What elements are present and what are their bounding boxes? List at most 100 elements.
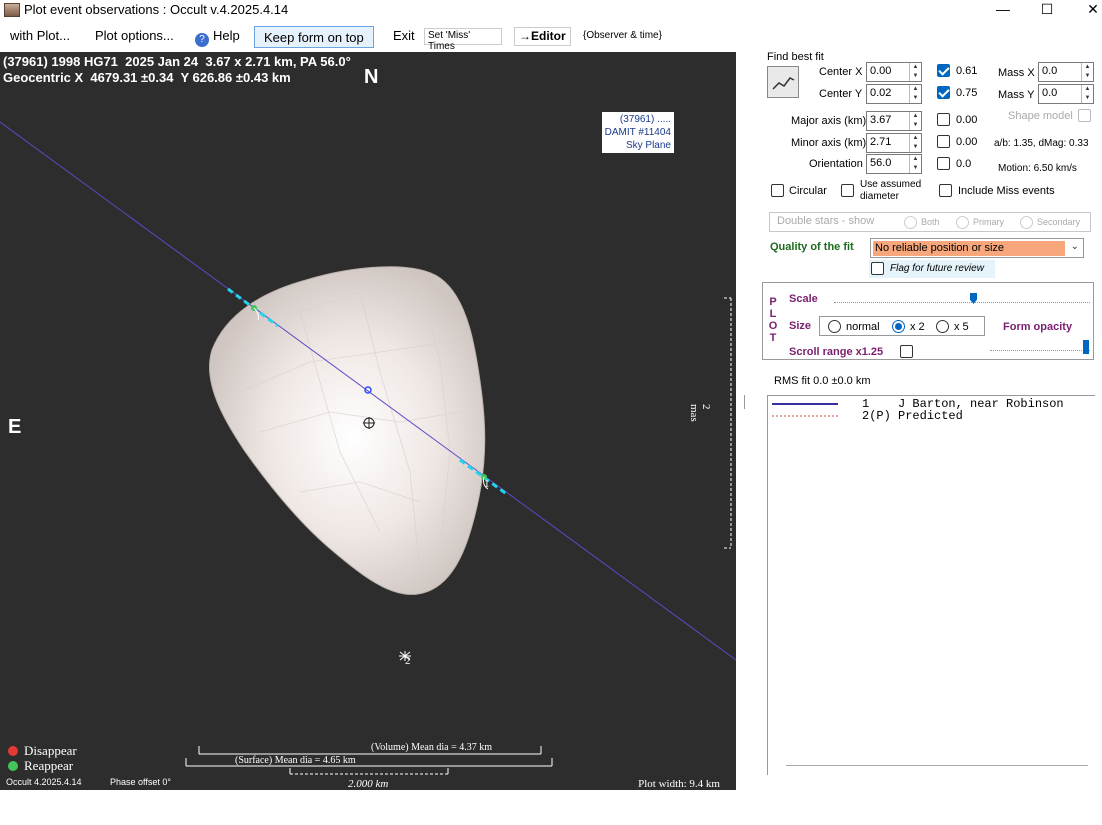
version-label: Occult 4.2025.4.14 bbox=[6, 777, 82, 787]
secondary-label: Secondary bbox=[1037, 217, 1081, 227]
major-axis-checkbox[interactable] bbox=[937, 113, 950, 126]
center-x-checkbox[interactable] bbox=[937, 64, 950, 77]
close-button[interactable]: ✕ bbox=[1070, 0, 1102, 22]
minor-axis-input[interactable]: 2.71 ▲ ▼ bbox=[866, 133, 922, 153]
form-opacity-label: Form opacity bbox=[1003, 321, 1073, 333]
normal-radio[interactable] bbox=[828, 320, 841, 333]
menu-with-plot[interactable]: with Plot... bbox=[10, 28, 70, 43]
asteroid-shape bbox=[209, 266, 486, 595]
major-axis-uncert: 0.00 bbox=[956, 114, 978, 126]
app-icon bbox=[4, 3, 20, 17]
opacity-slider-thumb[interactable] bbox=[1083, 340, 1089, 354]
observer-1-line-icon bbox=[772, 403, 838, 405]
center-x-input[interactable]: 0.00 ▲ ▼ bbox=[866, 62, 922, 82]
primary-radio[interactable] bbox=[956, 216, 969, 229]
size-label: Size bbox=[789, 320, 812, 332]
circular-label: Circular bbox=[789, 185, 827, 197]
observer-time-menu[interactable]: {Observer & time} bbox=[583, 30, 662, 41]
mass-y-value: 0.0 bbox=[1042, 87, 1058, 99]
opacity-slider-track[interactable] bbox=[990, 350, 1090, 352]
rms-fit: RMS fit 0.0 ±0.0 km bbox=[774, 375, 871, 387]
include-miss-checkbox[interactable] bbox=[939, 184, 952, 197]
spin-arrows-icon[interactable]: ▲ ▼ bbox=[909, 155, 921, 173]
info-plane: Sky Plane bbox=[625, 140, 671, 151]
orientation-checkbox[interactable] bbox=[937, 157, 950, 170]
keep-on-top-button[interactable]: Keep form on top bbox=[254, 26, 374, 48]
shape-model-checkbox[interactable] bbox=[1078, 109, 1091, 122]
spin-arrows-icon[interactable]: ▲ ▼ bbox=[909, 112, 921, 130]
observer-list[interactable]: 1 J Barton, near Robinson 2(P) Predicted bbox=[767, 395, 1095, 775]
x2-radio[interactable] bbox=[892, 320, 905, 333]
orientation-input[interactable]: 56.0 ▲ ▼ bbox=[866, 154, 922, 174]
center-y-uncert: 0.75 bbox=[956, 87, 978, 99]
chevron-down-icon: ⌄ bbox=[1070, 241, 1079, 252]
title-bar: Plot event observations : Occult v.4.202… bbox=[0, 0, 1102, 22]
center-x-uncert: 0.61 bbox=[956, 65, 978, 77]
observer-2-line-icon bbox=[772, 415, 838, 417]
east-label: E bbox=[8, 416, 22, 438]
list-bottom-rule bbox=[786, 765, 1088, 766]
plot-title: (37961) 1998 HG71 2025 Jan 24 3.67 x 2.7… bbox=[3, 54, 351, 69]
secondary-radio[interactable] bbox=[1020, 216, 1033, 229]
red-dot-icon bbox=[8, 746, 18, 756]
menu-help[interactable]: ? Help bbox=[195, 28, 240, 47]
window-title: Plot event observations : Occult v.4.202… bbox=[24, 2, 289, 17]
maximize-button[interactable]: ☐ bbox=[1024, 0, 1070, 22]
center-y-checkbox[interactable] bbox=[937, 86, 950, 99]
spin-arrows-icon[interactable]: ▲ ▼ bbox=[1081, 85, 1093, 103]
quality-value: No reliable position or size bbox=[873, 241, 1065, 256]
find-best-fit-button[interactable] bbox=[767, 66, 799, 98]
set-miss-times-button[interactable]: Set 'Miss' Times bbox=[424, 28, 502, 52]
use-assumed-checkbox[interactable] bbox=[841, 184, 854, 197]
center-x-label: Center X bbox=[819, 66, 863, 78]
plot-letter-l: L bbox=[769, 308, 777, 320]
mas-label: 2 mas bbox=[688, 404, 712, 422]
list-item[interactable]: 2(P) Predicted bbox=[862, 409, 963, 423]
minor-axis-label: Minor axis (km) bbox=[791, 137, 867, 149]
splitter[interactable] bbox=[744, 395, 745, 409]
menu-exit[interactable]: Exit bbox=[393, 28, 415, 43]
ab-dmag: a/b: 1.35, dMag: 0.33 bbox=[994, 138, 1089, 149]
orientation-uncert: 0.0 bbox=[956, 158, 972, 170]
surface-mean-dia: (Surface) Mean dia = 4.65 km bbox=[235, 755, 356, 766]
scale-slider-track[interactable] bbox=[834, 302, 1090, 304]
center-y-input[interactable]: 0.02 ▲ ▼ bbox=[866, 84, 922, 104]
spin-arrows-icon[interactable]: ▲ ▼ bbox=[909, 63, 921, 81]
major-axis-value: 3.67 bbox=[870, 114, 892, 126]
scroll-range-checkbox[interactable] bbox=[900, 345, 913, 358]
x2-label: x 2 bbox=[910, 321, 925, 333]
mass-x-input[interactable]: 0.0 ▲ ▼ bbox=[1038, 62, 1094, 82]
plot-width-label: Plot width: 9.4 km bbox=[638, 778, 720, 790]
double-stars-label: Double stars - show bbox=[777, 215, 875, 227]
major-axis-input[interactable]: 3.67 ▲ ▼ bbox=[866, 111, 922, 131]
use-assumed-line1: Use assumed bbox=[860, 179, 922, 190]
chord-2-label: 2 bbox=[405, 655, 411, 667]
observer-2-num: 2(P) bbox=[862, 409, 891, 423]
plot-vertical-label: P L O T bbox=[768, 296, 778, 344]
center-x-value: 0.00 bbox=[870, 65, 892, 77]
flag-review-checkbox[interactable] bbox=[871, 262, 884, 275]
plot-area[interactable]: (37961) 1998 HG71 2025 Jan 24 3.67 x 2.7… bbox=[0, 52, 736, 790]
circular-checkbox[interactable] bbox=[771, 184, 784, 197]
spin-arrows-icon[interactable]: ▲ ▼ bbox=[1081, 63, 1093, 81]
green-dot-icon bbox=[8, 761, 18, 771]
menu-plot-options[interactable]: Plot options... bbox=[95, 28, 174, 43]
mas-scale-bracket bbox=[724, 297, 732, 549]
spin-arrows-icon[interactable]: ▲ ▼ bbox=[909, 134, 921, 152]
minimize-button[interactable]: — bbox=[980, 0, 1026, 22]
quality-select[interactable]: No reliable position or size ⌄ bbox=[870, 238, 1084, 258]
x5-radio[interactable] bbox=[936, 320, 949, 333]
editor-button[interactable]: →Editor bbox=[514, 27, 571, 46]
mass-y-input[interactable]: 0.0 ▲ ▼ bbox=[1038, 84, 1094, 104]
spin-arrows-icon[interactable]: ▲ ▼ bbox=[909, 85, 921, 103]
center-y-value: 0.02 bbox=[870, 87, 892, 99]
flag-review-label: Flag for future review bbox=[890, 263, 984, 274]
info-damit: DAMIT #11404 bbox=[604, 127, 671, 138]
both-label: Both bbox=[921, 217, 940, 227]
plot-letter-t: T bbox=[769, 332, 777, 344]
scale-label: Scale bbox=[789, 293, 818, 305]
minor-axis-checkbox[interactable] bbox=[937, 135, 950, 148]
legend-reappear-label: Reappear bbox=[24, 758, 74, 773]
both-radio[interactable] bbox=[904, 216, 917, 229]
orientation-label: Orientation bbox=[809, 158, 863, 170]
